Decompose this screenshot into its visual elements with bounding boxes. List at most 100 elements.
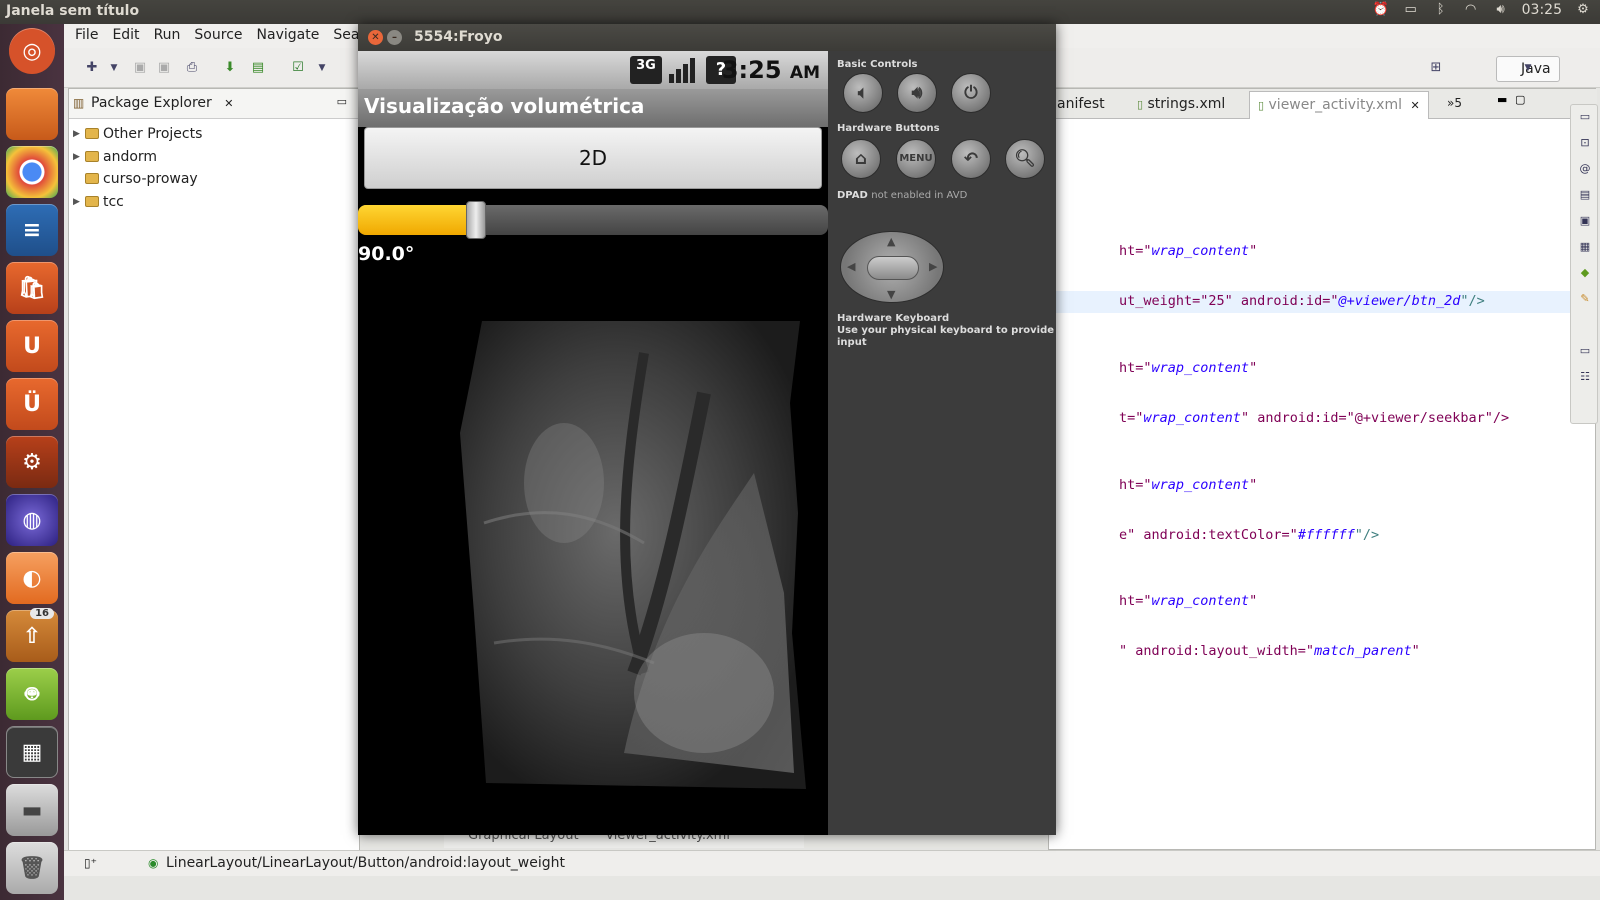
more-tabs-button[interactable]: »5 <box>1439 91 1470 119</box>
code-line[interactable]: e" android:textColor="#ffffff"/> <box>1119 527 1379 543</box>
minimize-window-icon[interactable]: – <box>387 30 402 45</box>
avd-manager-icon[interactable]: ▤ <box>248 58 268 78</box>
android-icon[interactable]: ◆ <box>1577 265 1593 281</box>
eclipse-icon[interactable]: ◍ <box>6 494 58 546</box>
menu-source[interactable]: Source <box>187 24 249 48</box>
code-line[interactable]: " android:layout_width="match_parent" <box>1119 643 1420 659</box>
alarm-clock-icon[interactable]: ⏰ <box>1372 2 1390 18</box>
package-explorer-tab[interactable]: ▥ Package Explorer ✕ ▭ <box>69 89 359 119</box>
tab-viewer-activity-xml[interactable]: ▯ viewer_activity.xml ✕ <box>1249 91 1429 119</box>
tree-item-curso-proway[interactable]: curso-proway <box>69 168 359 191</box>
android-sdk-icon[interactable]: 🤖︎ <box>6 668 58 720</box>
files-folder-icon[interactable] <box>6 88 58 140</box>
code-line[interactable]: t="wrap_content" android:id="@+viewer/se… <box>1119 410 1509 426</box>
angle-seekbar[interactable] <box>358 201 828 239</box>
minimize-editor-icon[interactable]: ▬ <box>1497 93 1507 106</box>
code-line[interactable]: ht="wrap_content" <box>1119 593 1257 609</box>
workspace-switcher-icon[interactable]: ▦ <box>6 726 58 778</box>
dpad-center-button[interactable] <box>867 256 919 280</box>
restore-icon[interactable]: ▭ <box>1577 343 1593 359</box>
code-rest: " <box>1249 360 1258 376</box>
outline-icon[interactable]: ☷ <box>1577 369 1593 385</box>
wifi-icon[interactable]: ◠ <box>1462 2 1480 18</box>
code-value: @+viewer/btn_2d <box>1338 293 1461 309</box>
console-icon[interactable]: ▣ <box>1577 213 1593 229</box>
close-tab-icon[interactable]: ✕ <box>1410 99 1419 112</box>
close-tab-icon[interactable]: ✕ <box>224 97 233 110</box>
maximize-editor-icon[interactable]: ▢ <box>1515 93 1525 106</box>
search-button[interactable]: 🔍︎ <box>1005 139 1045 179</box>
new-dropdown-icon[interactable]: ▼ <box>104 58 124 78</box>
volume-up-button[interactable]: 🔊︎ <box>897 73 937 113</box>
expand-arrow-icon[interactable]: ▶ <box>73 191 80 213</box>
android-emulator-window: ✕ – 5554:Froyo 3G ? 3:25 AM Visualização… <box>358 24 1056 835</box>
code-line[interactable]: ht="wrap_content" <box>1119 477 1257 493</box>
disk-drive-icon[interactable]: ▬ <box>6 784 58 836</box>
top-panel: Janela sem título ⏰ ▭ ᛒ ◠ 🔊︎ 03:25 ⚙ <box>0 0 1600 24</box>
declaration-icon[interactable]: ▤ <box>1577 187 1593 203</box>
javadoc-icon[interactable]: @ <box>1577 161 1593 177</box>
open-perspective-icon[interactable]: ⊞ <box>1426 58 1446 78</box>
close-window-icon[interactable]: ✕ <box>368 30 383 45</box>
tree-item-andorm[interactable]: ▶ andorm <box>69 146 359 169</box>
phone-status-bar: 3G ? 3:25 AM <box>358 51 828 89</box>
perspective-dropdown-icon[interactable]: ▼ <box>1518 58 1538 78</box>
code-line[interactable]: ut_weight="25" android:id="@+viewer/btn_… <box>1119 293 1485 309</box>
save-all-icon[interactable]: ▣ <box>154 58 174 78</box>
code-line[interactable]: ht="wrap_content" <box>1119 360 1257 376</box>
dpad-control[interactable]: ▲ ▼ ◀ ▶ <box>840 231 944 303</box>
ubuntu-one-icon[interactable]: U <box>6 320 58 372</box>
home-button[interactable]: ⌂ <box>841 139 881 179</box>
seekbar-thumb[interactable] <box>465 201 486 239</box>
menu-edit[interactable]: Edit <box>105 24 146 48</box>
phone-time: 3:25 <box>721 56 782 84</box>
battery-icon[interactable]: ▭ <box>1402 2 1420 18</box>
ubuntu-dash-icon[interactable]: ◎ <box>9 28 55 74</box>
expand-arrow-icon[interactable]: ▶ <box>73 123 80 145</box>
code-line[interactable]: ht="wrap_content" <box>1119 243 1257 259</box>
btn-2d[interactable]: 2D <box>364 127 822 189</box>
volume-icon[interactable]: 🔊︎ <box>1492 2 1510 18</box>
hierarchy-icon[interactable]: ⊡ <box>1577 135 1593 151</box>
mango-app-icon[interactable]: ◐ <box>6 552 58 604</box>
dpad-right-icon[interactable]: ▶ <box>929 260 937 273</box>
dpad-up-icon[interactable]: ▲ <box>887 235 895 248</box>
menu-navigate[interactable]: Navigate <box>250 24 327 48</box>
lint-dropdown-icon[interactable]: ▼ <box>312 58 332 78</box>
dpad-left-icon[interactable]: ◀ <box>847 260 855 273</box>
volume-down-button[interactable]: 🔈︎ <box>843 73 883 113</box>
tree-item-other-projects[interactable]: ▶ Other Projects <box>69 123 359 146</box>
new-icon[interactable]: ✚ <box>82 58 102 78</box>
tab-manifest[interactable]: anifest <box>1049 91 1113 119</box>
minimize-view-icon[interactable]: ▭ <box>337 95 347 108</box>
dpad-down-icon[interactable]: ▼ <box>887 288 895 301</box>
menu-run[interactable]: Run <box>147 24 188 48</box>
chrome-browser-icon[interactable] <box>6 146 58 198</box>
update-manager-icon[interactable]: ⇧ 16 <box>6 608 58 662</box>
emulator-title-bar[interactable]: ✕ – 5554:Froyo <box>358 24 1056 51</box>
tab-strings-xml[interactable]: ▯ strings.xml <box>1129 91 1233 119</box>
system-settings-icon[interactable]: ⚙ <box>6 436 58 488</box>
power-gear-icon[interactable]: ⚙ <box>1574 2 1592 18</box>
restore-icon[interactable]: ▭ <box>1577 109 1593 125</box>
save-icon[interactable]: ▣ <box>130 58 150 78</box>
tree-item-tcc[interactable]: ▶ tcc <box>69 191 359 214</box>
writer-document-icon[interactable]: ≡ <box>6 204 58 256</box>
lint-check-icon[interactable]: ☑ <box>288 58 308 78</box>
volume-rendering-image[interactable] <box>454 313 810 791</box>
power-button[interactable]: ⏻ <box>951 73 991 113</box>
code-attr: ut_weight="25" android:id=" <box>1119 293 1339 309</box>
devices-icon[interactable]: ▦ <box>1577 239 1593 255</box>
clock[interactable]: 03:25 <box>1522 2 1562 18</box>
menu-file[interactable]: File <box>68 24 105 48</box>
print-icon[interactable]: ⎙ <box>182 58 202 78</box>
ubuntu-one-music-icon[interactable]: Ü <box>6 378 58 430</box>
menu-button[interactable]: MENU <box>896 139 936 179</box>
back-button[interactable]: ↶ <box>951 139 991 179</box>
trash-icon[interactable]: 🗑︎ <box>6 842 58 894</box>
bluetooth-icon[interactable]: ᛒ <box>1432 2 1450 18</box>
android-sdk-manager-icon[interactable]: ⬇ <box>220 58 240 78</box>
expand-arrow-icon[interactable]: ▶ <box>73 146 80 168</box>
software-center-icon[interactable]: 🛍︎ <box>6 262 58 314</box>
tasks-icon[interactable]: ✎ <box>1577 291 1593 307</box>
